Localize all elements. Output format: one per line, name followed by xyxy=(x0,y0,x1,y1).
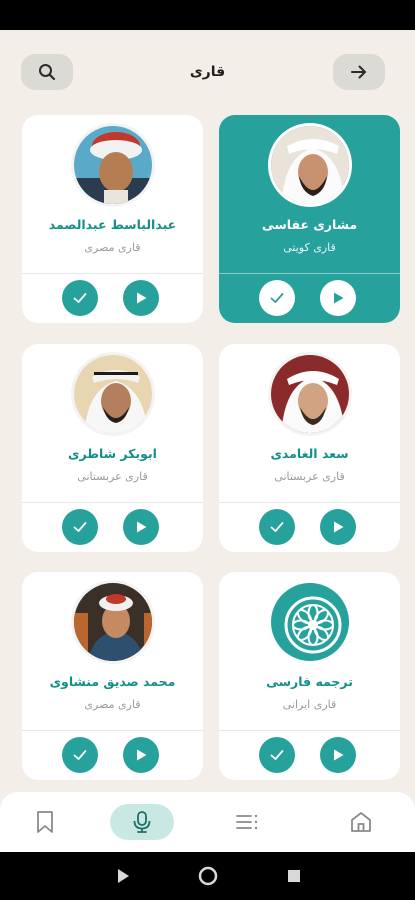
play-icon xyxy=(334,521,344,533)
play-triangle-icon xyxy=(118,869,129,883)
select-button[interactable] xyxy=(259,280,295,316)
play-button[interactable] xyxy=(320,509,356,545)
reciter-role: قاری ایرانی xyxy=(282,698,337,711)
back-button[interactable] xyxy=(333,54,385,90)
square-recents-icon xyxy=(288,870,300,882)
select-button[interactable] xyxy=(259,509,295,545)
reciter-role: قاری مصری xyxy=(84,698,141,711)
bottom-navigation xyxy=(0,792,415,852)
play-icon xyxy=(334,292,344,304)
reciter-avatar xyxy=(268,352,352,436)
reciter-card-ghamdi[interactable]: سعد الغامدی قاری عربستانی xyxy=(219,344,400,552)
divider xyxy=(22,502,203,503)
reciter-name: عبدالباسط عبدالصمد xyxy=(48,217,177,232)
system-navigation-bar xyxy=(0,852,415,900)
status-bar xyxy=(0,0,415,30)
reciter-card-shatri[interactable]: ابوبکر شاطری قاری عربستانی xyxy=(22,344,203,552)
reciter-name: ابوبکر شاطری xyxy=(68,446,157,461)
arrow-right-icon xyxy=(351,65,366,79)
play-button[interactable] xyxy=(123,509,159,545)
nav-home[interactable] xyxy=(343,806,379,838)
play-icon xyxy=(137,749,147,761)
select-button[interactable] xyxy=(62,280,98,316)
reciter-name: مشاری عفاسی xyxy=(261,217,358,232)
search-button[interactable] xyxy=(21,54,73,90)
reciter-card-persian-translation[interactable]: ترجمه فارسی قاری ایرانی xyxy=(219,572,400,780)
microphone-icon xyxy=(133,811,151,833)
reciter-name: محمد صدیق منشاوی xyxy=(49,674,176,689)
check-icon xyxy=(270,293,284,303)
reciter-avatar xyxy=(71,352,155,436)
circle-home-icon xyxy=(198,866,218,886)
divider xyxy=(219,273,400,274)
select-button[interactable] xyxy=(62,509,98,545)
select-button[interactable] xyxy=(62,737,98,773)
bookmark-icon xyxy=(37,811,53,833)
system-recents-button[interactable] xyxy=(284,866,304,886)
play-icon xyxy=(137,521,147,533)
check-icon xyxy=(73,293,87,303)
list-icon xyxy=(236,814,258,830)
reciter-role: قاری مصری xyxy=(84,241,141,254)
reciter-card-alafasy[interactable]: مشاری عفاسی قاری کویتی xyxy=(219,115,400,323)
reciter-avatar xyxy=(71,123,155,207)
divider xyxy=(22,273,203,274)
check-icon xyxy=(270,522,284,532)
header: قاری xyxy=(0,30,415,110)
system-home-button[interactable] xyxy=(198,866,218,886)
nav-bookmarks[interactable] xyxy=(27,806,63,838)
rosette-logo xyxy=(268,580,352,664)
system-back-button[interactable] xyxy=(113,866,133,886)
reciter-role: قاری عربستانی xyxy=(77,470,148,483)
reciter-role: قاری عربستانی xyxy=(274,470,345,483)
home-icon xyxy=(351,812,371,832)
reciter-avatar xyxy=(71,580,155,664)
play-button[interactable] xyxy=(123,280,159,316)
reciter-card-abdulbasit[interactable]: عبدالباسط عبدالصمد قاری مصری xyxy=(22,115,203,323)
search-icon xyxy=(39,64,56,81)
reciter-name: سعد الغامدی xyxy=(270,446,349,461)
play-icon xyxy=(137,292,147,304)
divider xyxy=(219,502,400,503)
page-title: قاری xyxy=(189,64,226,80)
play-button[interactable] xyxy=(123,737,159,773)
reciter-card-minshawi[interactable]: محمد صدیق منشاوی قاری مصری xyxy=(22,572,203,780)
select-button[interactable] xyxy=(259,737,295,773)
check-icon xyxy=(73,750,87,760)
play-button[interactable] xyxy=(320,737,356,773)
divider xyxy=(219,730,400,731)
nav-surahs[interactable] xyxy=(229,806,265,838)
play-icon xyxy=(334,749,344,761)
check-icon xyxy=(270,750,284,760)
divider xyxy=(22,730,203,731)
nav-reciters[interactable] xyxy=(110,804,174,840)
reciter-name: ترجمه فارسی xyxy=(266,674,353,689)
check-icon xyxy=(73,522,87,532)
reciter-role: قاری کویتی xyxy=(283,241,336,254)
play-button[interactable] xyxy=(320,280,356,316)
reciter-avatar xyxy=(268,123,352,207)
